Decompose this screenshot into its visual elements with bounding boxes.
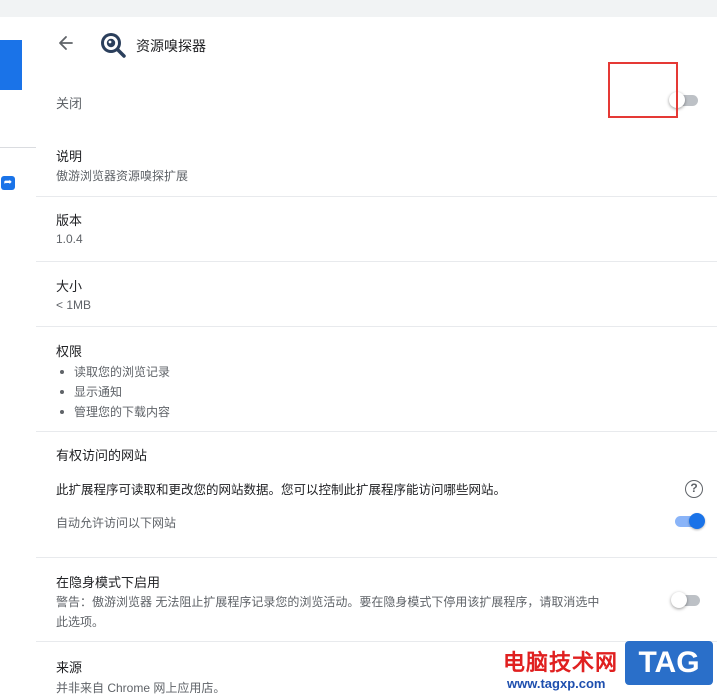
watermark: 电脑技术网 www.tagxp.com TAG [497,628,717,697]
description-value: 傲游浏览器资源嗅探扩展 [56,169,189,183]
list-item: 显示通知 [56,382,170,402]
left-pane: ➦ [0,17,36,697]
incognito-warning-line2: 此选项。 [56,615,105,629]
permissions-label: 权限 [56,344,83,359]
site-access-row: 有权访问的网站 此扩展程序可读取和更改您的网站数据。您可以控制此扩展程序能访问哪… [36,432,717,558]
top-bar [0,0,717,17]
site-access-description: 此扩展程序可读取和更改您的网站数据。您可以控制此扩展程序能访问哪些网站。 [56,483,507,497]
source-label: 来源 [56,660,83,675]
site-access-label: 有权访问的网站 [56,448,148,463]
size-value: < 1MB [56,298,92,312]
size-label: 大小 [56,279,83,294]
auto-allow-label: 自动允许访问以下网站 [56,516,177,530]
toggle-knob [689,513,705,529]
watermark-url: www.tagxp.com [507,676,606,691]
size-row: 大小 < 1MB [36,262,717,327]
description-row: 说明 傲游浏览器资源嗅探扩展 [36,133,717,197]
share-icon[interactable]: ➦ [1,176,15,190]
left-nav-accent[interactable] [0,40,22,90]
extension-logo-icon [101,33,126,58]
list-item: 读取您的浏览记录 [56,362,170,382]
permissions-list: 读取您的浏览记录 显示通知 管理您的下载内容 [56,362,170,422]
permissions-row: 权限 读取您的浏览记录 显示通知 管理您的下载内容 [36,327,717,432]
toggle-knob [671,592,687,608]
extension-details-panel: 资源嗅探器 关闭 说明 傲游浏览器资源嗅探扩展 版本 1.0.4 大小 < 1M… [36,17,717,697]
help-icon[interactable]: ? [685,480,703,498]
incognito-warning-line1: 警告：傲游浏览器 无法阻止扩展程序记录您的浏览活动。要在隐身模式下停用该扩展程序… [56,595,600,609]
page-title: 资源嗅探器 [136,38,206,54]
back-arrow-icon[interactable] [56,33,76,53]
highlight-annotation-box [608,62,678,118]
watermark-tag-logo: TAG [625,641,713,685]
watermark-site-name: 电脑技术网 [503,651,619,676]
incognito-toggle[interactable] [671,592,702,608]
enable-status-label: 关闭 [56,96,83,111]
left-divider [0,147,36,148]
list-item: 管理您的下载内容 [56,402,170,422]
version-value: 1.0.4 [56,232,83,246]
version-row: 版本 1.0.4 [36,197,717,262]
version-label: 版本 [56,213,83,228]
description-label: 说明 [56,149,83,164]
auto-allow-toggle[interactable] [675,513,705,529]
incognito-label: 在隐身模式下启用 [56,575,161,590]
source-value: 并非来自 Chrome 网上应用店。 [56,681,226,695]
